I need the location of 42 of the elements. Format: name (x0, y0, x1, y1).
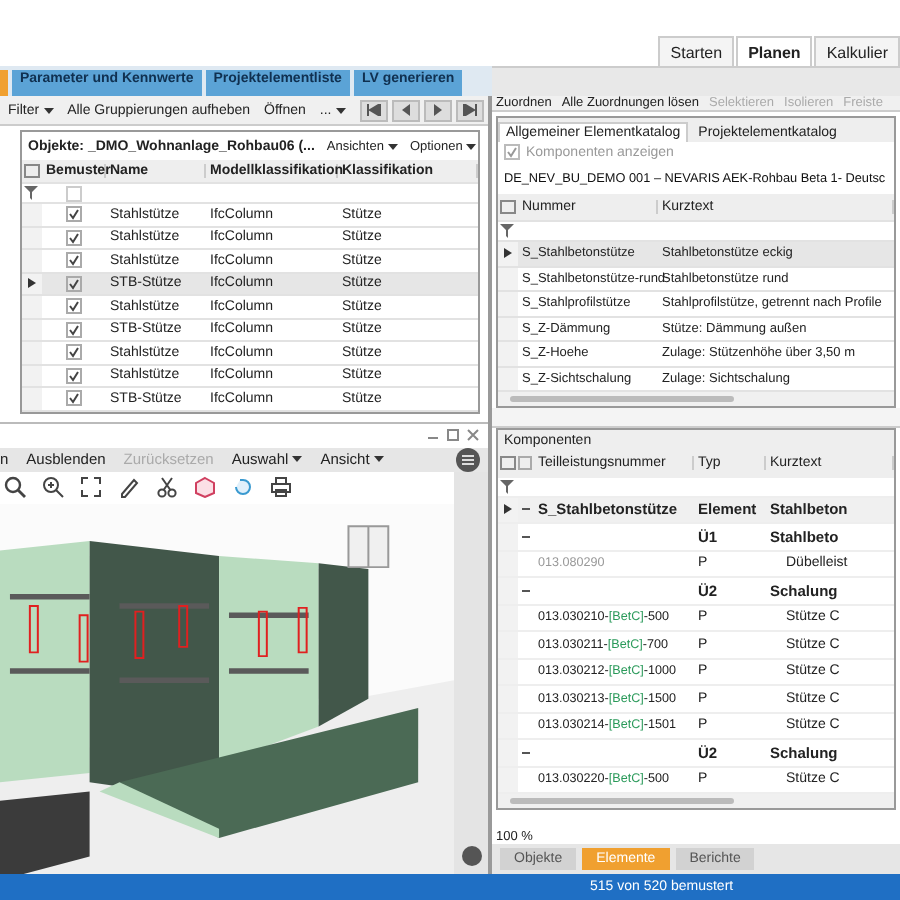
caret-icon (43, 107, 54, 113)
column-chooser-icon[interactable] (500, 200, 516, 214)
current-row-icon (28, 278, 36, 289)
scrollbar[interactable] (498, 392, 894, 406)
fit-icon[interactable] (80, 476, 102, 498)
menu-icon[interactable] (456, 447, 480, 471)
ribbon-tab[interactable]: Planen (736, 36, 813, 68)
checkbox[interactable] (66, 390, 82, 407)
cube-icon[interactable] (194, 476, 216, 498)
search-icon[interactable] (4, 476, 26, 498)
column-chooser-icon[interactable] (500, 456, 516, 470)
scissors-icon[interactable] (156, 476, 178, 498)
printer-icon[interactable] (270, 476, 292, 498)
checkbox[interactable] (66, 367, 82, 384)
caret-icon (335, 107, 346, 113)
checkbox[interactable] (66, 321, 82, 338)
checkbox[interactable] (66, 275, 82, 292)
maximize-icon[interactable] (446, 428, 460, 442)
last-icon[interactable] (455, 99, 484, 121)
current-row-icon (504, 248, 512, 259)
ribbon-tab[interactable]: Starten (658, 36, 735, 68)
checkbox[interactable] (66, 252, 82, 269)
filter-checkbox[interactable] (66, 185, 82, 201)
close-icon[interactable] (466, 428, 480, 442)
checkbox[interactable] (66, 229, 82, 246)
caret-icon (387, 143, 398, 149)
next-icon[interactable] (423, 99, 452, 121)
caret-icon (466, 143, 477, 149)
ribbon-tab[interactable]: Kalkulier (814, 36, 900, 68)
current-row-icon (504, 504, 512, 515)
caret-icon (373, 456, 384, 462)
column-chooser-icon[interactable] (24, 164, 40, 178)
caret-icon (292, 456, 303, 462)
scrollbar[interactable] (498, 794, 894, 808)
first-icon[interactable] (359, 99, 388, 121)
rotate-icon[interactable] (232, 476, 254, 498)
previous-icon[interactable] (391, 99, 420, 121)
checkbox[interactable] (66, 206, 82, 223)
zoom-icon[interactable] (42, 476, 64, 498)
checkbox[interactable] (66, 344, 82, 361)
checkbox[interactable] (66, 298, 82, 315)
pencil-icon[interactable] (118, 476, 140, 498)
